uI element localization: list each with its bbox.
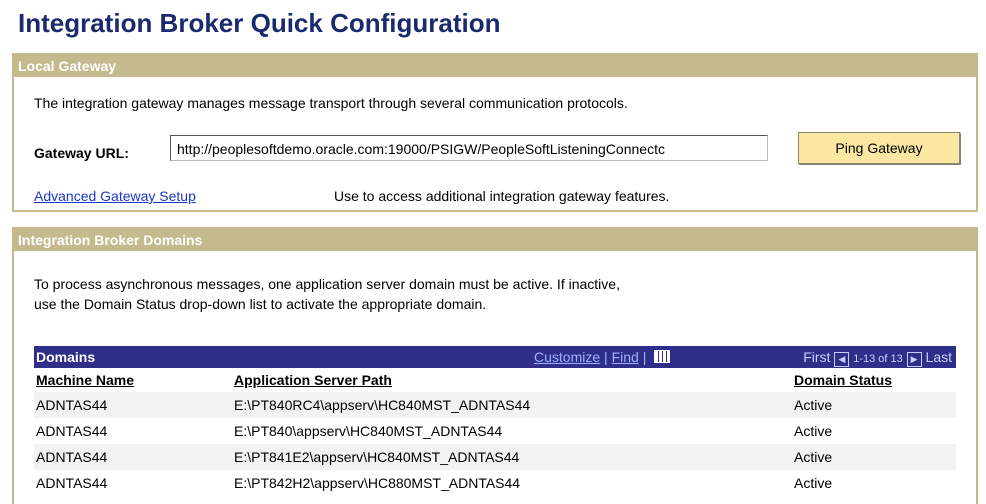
- app-server-path-cell: E:\PT840\appserv\HC840MST_ADNTAS44: [234, 423, 503, 439]
- table-row: ADNTAS44 E:\PT840RC4\appserv\HC840MST_AD…: [34, 392, 956, 418]
- row-range: 1-13 of 13: [853, 353, 903, 365]
- next-arrow-icon[interactable]: ▶: [906, 352, 922, 367]
- col-app-server-path[interactable]: Application Server Path: [234, 372, 392, 388]
- gateway-url-label: Gateway URL:: [34, 145, 129, 161]
- gateway-description: The integration gateway manages message …: [34, 95, 628, 111]
- domain-status-cell[interactable]: Active: [794, 423, 832, 439]
- machine-name-cell: ADNTAS44: [36, 449, 108, 465]
- tools-separator: |: [604, 349, 608, 365]
- page-title: Integration Broker Quick Configuration: [18, 8, 501, 38]
- advanced-gateway-description: Use to access additional integration gat…: [334, 188, 670, 204]
- domains-section-header: Integration Broker Domains: [14, 229, 976, 251]
- app-server-path-cell: E:\PT840RC4\appserv\HC840MST_ADNTAS44: [234, 397, 531, 413]
- local-gateway-header: Local Gateway: [14, 55, 976, 77]
- grid-tools: Customize | Find |: [534, 349, 671, 365]
- first-label[interactable]: First: [803, 349, 830, 365]
- gateway-url-input[interactable]: http://peoplesoftdemo.oracle.com:19000/P…: [170, 135, 768, 161]
- grid-title: Domains: [36, 349, 96, 365]
- domain-status-cell[interactable]: Active: [794, 449, 832, 465]
- app-server-path-cell: E:\PT842H2\appserv\HC880MST_ADNTAS44: [234, 475, 521, 491]
- pager: First ◀ 1-13 of 13 ▶ Last: [803, 349, 952, 367]
- domains-description-line2: use the Domain Status drop-down list to …: [34, 296, 487, 312]
- download-grid-icon[interactable]: [654, 350, 671, 363]
- last-label[interactable]: Last: [926, 349, 952, 365]
- app-server-path-cell: E:\PT841E2\appserv\HC840MST_ADNTAS44: [234, 449, 520, 465]
- table-row: ADNTAS44 E:\PT841E2\appserv\HC840MST_ADN…: [34, 444, 956, 470]
- find-link[interactable]: Find: [612, 349, 639, 365]
- table-row: ADNTAS44 E:\PT840\appserv\HC840MST_ADNTA…: [34, 418, 956, 444]
- domains-description-line1: To process asynchronous messages, one ap…: [34, 276, 620, 292]
- column-headers: Machine Name Application Server Path Dom…: [34, 368, 956, 392]
- machine-name-cell: ADNTAS44: [36, 423, 108, 439]
- machine-name-cell: ADNTAS44: [36, 475, 108, 491]
- grid-header: Domains Customize | Find | First ◀ 1-13 …: [34, 346, 956, 368]
- tools-separator-2: |: [642, 349, 647, 365]
- domain-status-cell[interactable]: Active: [794, 475, 832, 491]
- domains-section: Integration Broker Domains To process as…: [12, 227, 978, 504]
- domain-status-cell[interactable]: Active: [794, 397, 832, 413]
- customize-link[interactable]: Customize: [534, 349, 600, 365]
- ping-gateway-button[interactable]: Ping Gateway: [798, 132, 960, 164]
- col-domain-status[interactable]: Domain Status: [794, 372, 892, 388]
- local-gateway-section: Local Gateway The integration gateway ma…: [12, 53, 978, 212]
- previous-arrow-icon[interactable]: ◀: [834, 352, 850, 367]
- domains-grid: Domains Customize | Find | First ◀ 1-13 …: [34, 346, 956, 496]
- machine-name-cell: ADNTAS44: [36, 397, 108, 413]
- col-machine-name[interactable]: Machine Name: [36, 372, 134, 388]
- table-row: ADNTAS44 E:\PT842H2\appserv\HC880MST_ADN…: [34, 470, 956, 496]
- advanced-gateway-setup-link[interactable]: Advanced Gateway Setup: [34, 188, 196, 204]
